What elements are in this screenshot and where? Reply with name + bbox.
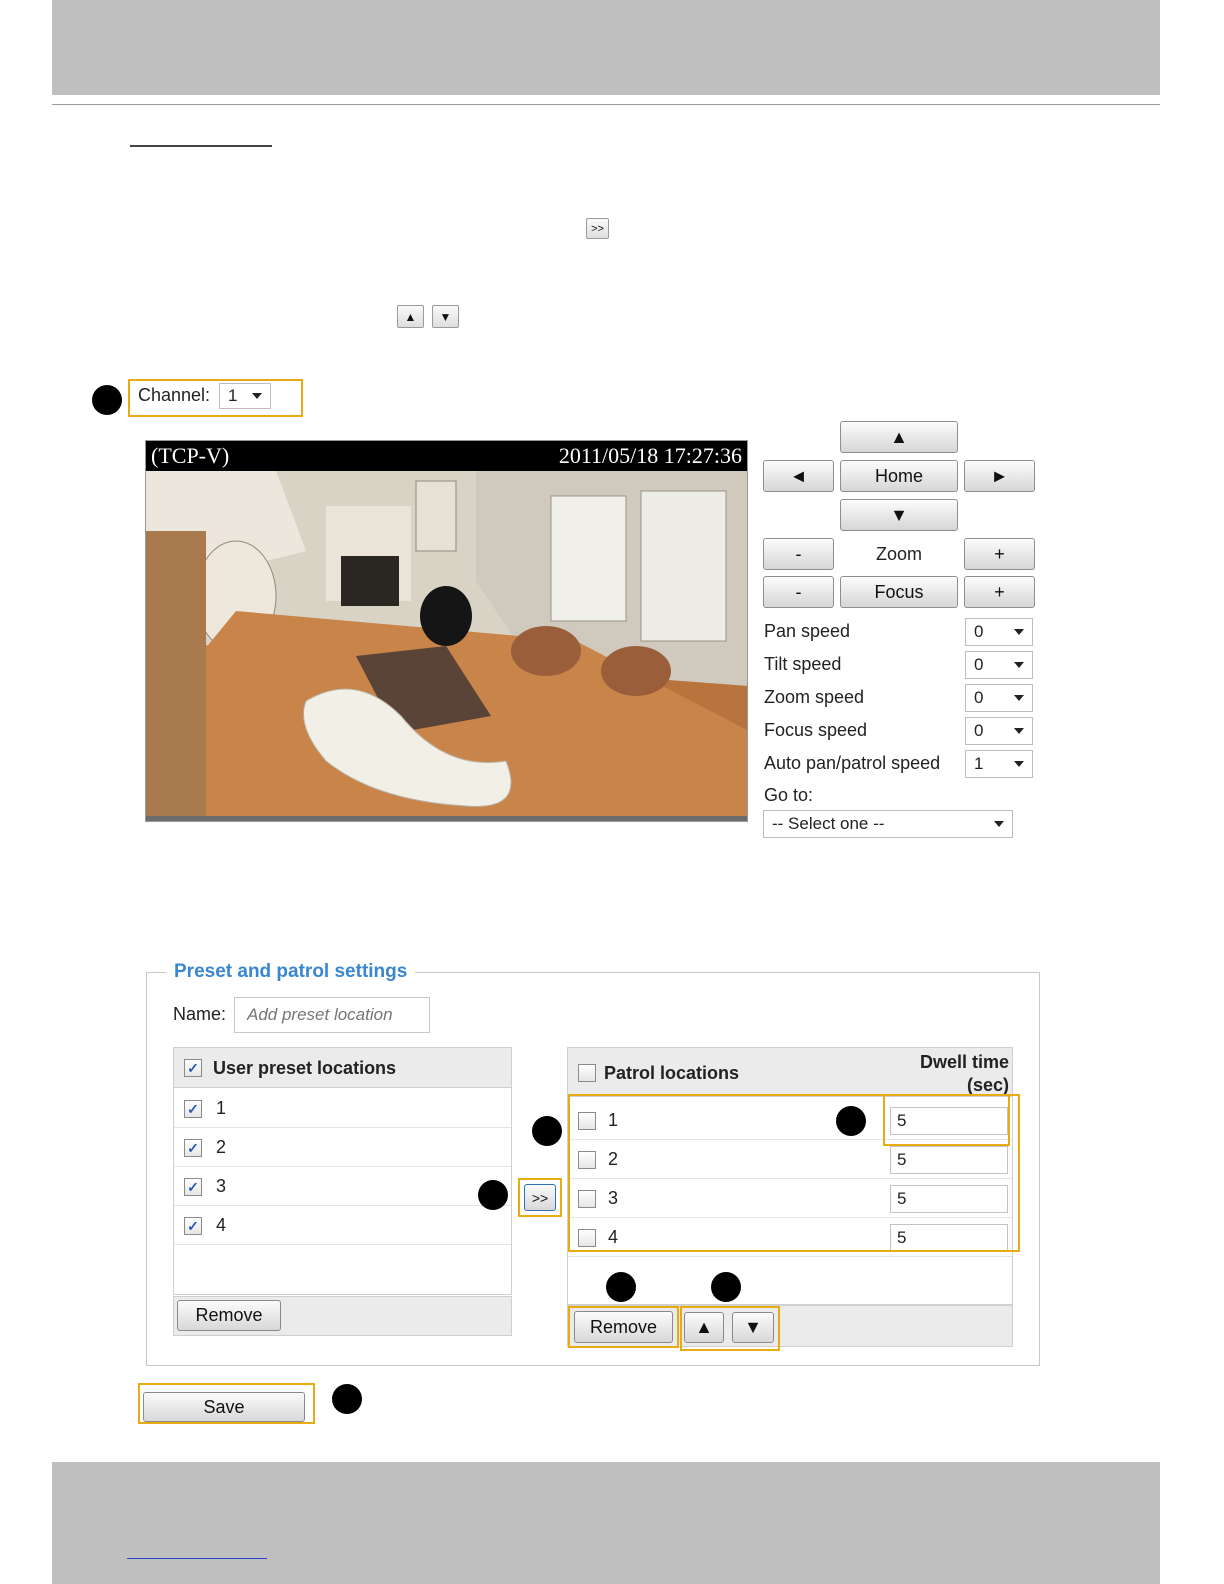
auto-pan-speed-label: Auto pan/patrol speed — [764, 753, 941, 773]
user-preset-name: 2 — [216, 1137, 227, 1157]
user-preset-name: 1 — [216, 1098, 227, 1118]
user-preset-name: 4 — [216, 1215, 227, 1235]
tilt-down-button[interactable]: ▼ — [840, 499, 958, 531]
list-item[interactable]: ✓ 4 — [174, 1207, 511, 1245]
user-preset-name: 3 — [216, 1176, 227, 1196]
select-all-patrol-checkbox[interactable] — [578, 1064, 596, 1082]
remove-patrol-button[interactable]: Remove — [574, 1311, 673, 1343]
user-preset-checkbox[interactable]: ✓ — [184, 1217, 202, 1235]
chevron-down-icon — [1014, 761, 1024, 767]
zoom-speed-value: 0 — [974, 688, 984, 707]
footer-link-underline — [127, 1558, 267, 1559]
dwell-header-label: Dwell time — [919, 1052, 1009, 1072]
move-down-button[interactable]: ▼ — [732, 1312, 774, 1343]
video-timestamp: 2011/05/18 17:27:36 — [558, 443, 742, 468]
inline-down-button: ▼ — [432, 305, 459, 328]
focus-speed-value: 0 — [974, 721, 984, 740]
pan-speed-select[interactable]: 0 — [965, 618, 1033, 646]
video-protocol: (TCP-V) — [151, 443, 230, 468]
focus-near-button[interactable]: - — [763, 576, 834, 608]
goto-value: -- Select one -- — [772, 814, 885, 833]
user-preset-checkbox[interactable]: ✓ — [184, 1100, 202, 1118]
zoom-in-button[interactable]: + — [964, 538, 1035, 570]
focus-auto-button[interactable]: Focus — [840, 576, 958, 608]
channel-select[interactable]: 1 — [219, 383, 271, 409]
patrol-header: Patrol locations Dwell time (sec) — [568, 1048, 1012, 1097]
callout-marker — [92, 385, 122, 415]
list-item[interactable]: ✓ 2 — [174, 1129, 511, 1167]
select-all-user-presets-checkbox[interactable]: ✓ — [184, 1059, 202, 1077]
tilt-speed-select[interactable]: 0 — [965, 651, 1033, 679]
section-heading-underline — [130, 145, 272, 147]
chevron-down-icon — [1014, 662, 1024, 668]
pan-left-button[interactable]: ◄ — [763, 460, 834, 492]
pan-right-button[interactable]: ► — [964, 460, 1035, 492]
preset-name-label: Name: — [173, 1004, 227, 1024]
focus-speed-label: Focus speed — [764, 720, 868, 740]
chevron-down-icon — [1014, 728, 1024, 734]
channel-value: 1 — [228, 386, 238, 405]
list-item[interactable]: ✓ 1 — [174, 1090, 511, 1128]
zoom-out-button[interactable]: - — [763, 538, 834, 570]
move-up-button[interactable]: ▲ — [684, 1312, 724, 1343]
pan-speed-value: 0 — [974, 622, 984, 641]
dwell-time-highlight — [883, 1094, 1010, 1146]
chevron-down-icon — [1014, 629, 1024, 635]
user-preset-checkbox[interactable]: ✓ — [184, 1139, 202, 1157]
focus-far-button[interactable]: + — [964, 576, 1035, 608]
chevron-down-icon — [1014, 695, 1024, 701]
live-video-view[interactable]: (TCP-V) 2011/05/18 17:27:36 — [145, 440, 748, 822]
remove-preset-button[interactable]: Remove — [177, 1300, 281, 1331]
tilt-speed-label: Tilt speed — [764, 654, 842, 674]
add-to-patrol-button[interactable]: >> — [524, 1184, 556, 1211]
dwell-header-unit: (sec) — [966, 1075, 1009, 1095]
save-button[interactable]: Save — [143, 1392, 305, 1422]
user-preset-panel: ✓ User preset locations ✓ 1 ✓ 2 ✓ 3 ✓ 4 — [173, 1047, 512, 1295]
callout-marker — [478, 1180, 508, 1210]
preset-name-input[interactable] — [234, 997, 430, 1033]
goto-select[interactable]: -- Select one -- — [763, 810, 1013, 838]
goto-label: Go to: — [764, 785, 814, 805]
list-item[interactable]: ✓ 3 — [174, 1168, 511, 1206]
auto-pan-speed-select[interactable]: 1 — [965, 750, 1033, 778]
user-preset-header-label: User preset locations — [213, 1058, 397, 1078]
channel-label: Channel: — [138, 385, 211, 405]
focus-speed-select[interactable]: 0 — [965, 717, 1033, 745]
chevron-down-icon — [252, 393, 262, 399]
user-preset-checkbox[interactable]: ✓ — [184, 1178, 202, 1196]
auto-pan-speed-value: 1 — [974, 754, 984, 773]
callout-marker — [711, 1272, 741, 1302]
callout-marker — [836, 1106, 866, 1136]
camera-image — [146, 471, 747, 821]
patrol-header-label: Patrol locations — [604, 1063, 740, 1083]
callout-marker — [606, 1272, 636, 1302]
tilt-speed-value: 0 — [974, 655, 984, 674]
inline-add-button: >> — [586, 218, 609, 239]
pan-speed-label: Pan speed — [764, 621, 851, 641]
page-footer-bar — [52, 1462, 1160, 1584]
user-preset-header: ✓ User preset locations — [174, 1048, 511, 1088]
chevron-down-icon — [994, 821, 1004, 827]
home-button[interactable]: Home — [840, 460, 958, 492]
callout-marker — [532, 1116, 562, 1146]
video-caption-bar: (TCP-V) 2011/05/18 17:27:36 — [146, 441, 747, 471]
inline-up-button: ▲ — [397, 305, 424, 328]
page-header-bar — [52, 0, 1160, 95]
callout-marker — [332, 1384, 362, 1414]
preset-legend: Preset and patrol settings — [166, 961, 416, 983]
zoom-speed-select[interactable]: 0 — [965, 684, 1033, 712]
zoom-speed-label: Zoom speed — [764, 687, 865, 707]
tilt-up-button[interactable]: ▲ — [840, 421, 958, 453]
zoom-label: Zoom — [875, 543, 922, 564]
header-divider — [52, 104, 1160, 105]
